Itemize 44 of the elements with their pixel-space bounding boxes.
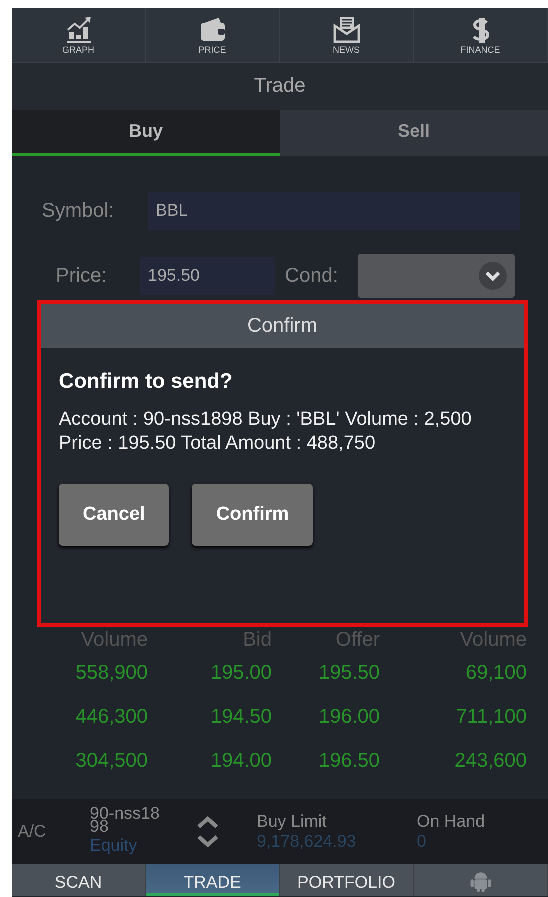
table-cell-text: 304,500 <box>74 749 148 774</box>
table-cell-text: 711,100 <box>455 705 527 730</box>
field-label: Cond: <box>285 264 340 288</box>
robot-icon <box>470 871 492 893</box>
account-number: 90-nss1898 <box>90 807 160 833</box>
nav-button[interactable]: FINANCE <box>414 8 548 62</box>
on-hand-label: On Hand <box>417 812 486 832</box>
screen-title: Trade <box>254 75 306 98</box>
buy-limit-label: Buy Limit <box>257 812 328 832</box>
field-label: Price: <box>56 264 108 288</box>
nav-button[interactable]: NEWS <box>280 8 414 62</box>
symbol-field[interactable]: BBL <box>148 192 520 230</box>
table-cell-text: 446,300 <box>74 705 148 730</box>
envelope-icon <box>332 16 360 44</box>
chevron-down-icon <box>479 262 507 290</box>
table-cell-text: 194.00 <box>210 749 272 774</box>
nav-button[interactable]: GRAPH <box>12 8 146 62</box>
table-cell-text: 558,900 <box>74 661 148 686</box>
table-cell-text: 194.50 <box>210 705 272 730</box>
dialog-title: Confirm <box>247 314 318 338</box>
up-down-icon[interactable] <box>196 816 220 848</box>
dialog-heading: Confirm to send? <box>59 370 234 394</box>
table-cell-text: 195.00 <box>210 661 272 686</box>
wallet-icon <box>198 16 226 44</box>
chart-icon <box>64 16 92 44</box>
buy-limit-value: 9,178,624.93 <box>257 832 358 852</box>
on-hand-value: 0 <box>417 832 428 852</box>
nav-button[interactable]: PRICE <box>146 8 280 62</box>
condition-dropdown[interactable] <box>358 254 515 298</box>
price-field[interactable]: 195.50 <box>140 257 275 295</box>
table-cell-text: 243,600 <box>454 749 527 774</box>
account-label: A/C <box>18 822 48 842</box>
table-cell-text: 196.50 <box>318 749 380 774</box>
field-label: Symbol: <box>42 200 116 222</box>
table-cell-text: 196.00 <box>318 705 380 730</box>
dialog-button[interactable]: Confirm <box>192 484 314 546</box>
account-type: Equity <box>90 836 138 856</box>
table-cell-text: 69,100 <box>464 661 527 686</box>
nav-tab[interactable]: TRADE <box>146 864 280 896</box>
table-cell-text: 195.50 <box>318 661 380 686</box>
dialog-button[interactable]: Cancel <box>59 484 170 546</box>
tab[interactable]: Buy <box>12 110 280 156</box>
tab[interactable]: Sell <box>280 110 548 156</box>
dialog-message: Account : 90-nss1898 Buy : 'BBL' Volume : 2,500 Price : 195.50 Total Amount : 488,750 <box>59 408 473 456</box>
